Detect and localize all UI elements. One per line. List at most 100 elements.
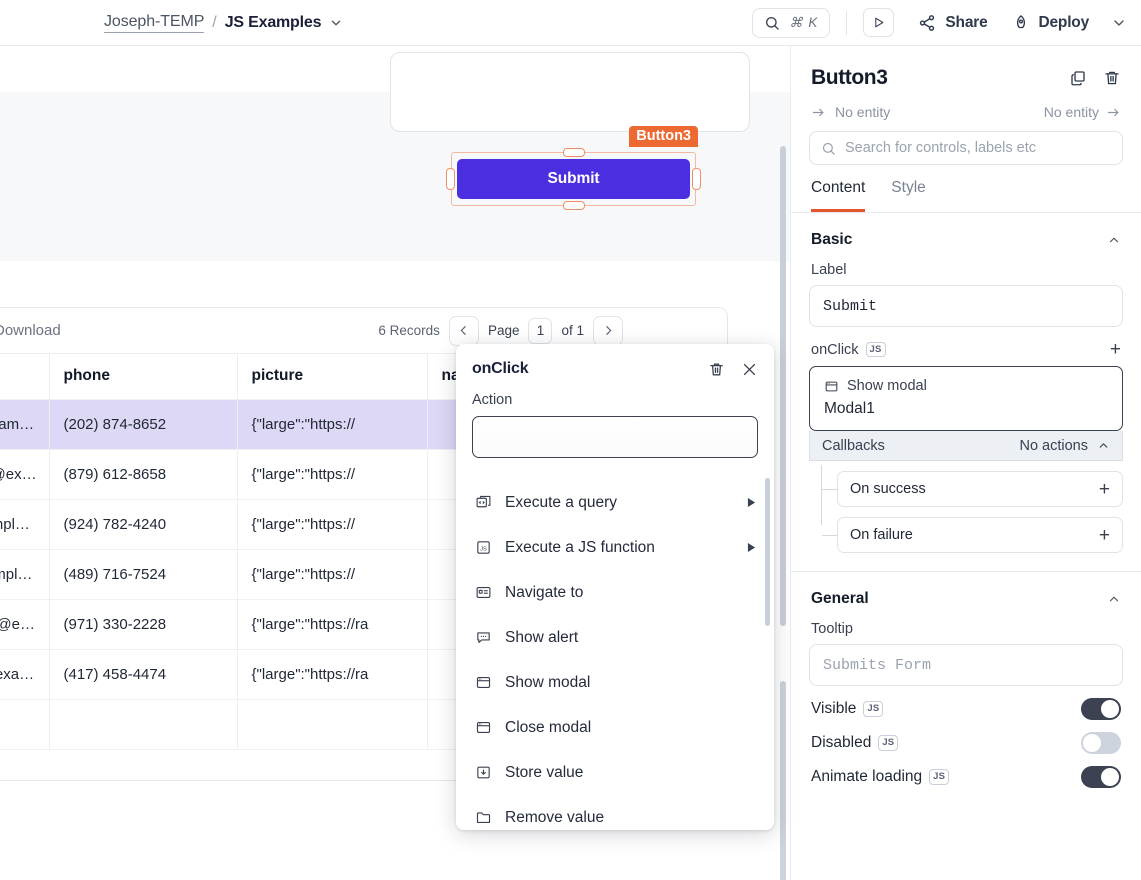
next-entity-button[interactable]: No entity: [1044, 104, 1121, 120]
menu-item-navigate-to[interactable]: Navigate to: [456, 570, 774, 615]
page-title: Button3: [811, 66, 888, 90]
table-col-header-picture[interactable]: picture: [237, 354, 427, 399]
menu-item-label: Execute a JS function: [505, 539, 655, 557]
menu-item-close-modal[interactable]: Close modal: [456, 705, 774, 750]
menu-item-remove-value[interactable]: Remove value: [456, 795, 774, 830]
search-button[interactable]: ⌘ K: [752, 8, 830, 38]
cell-picture[interactable]: [237, 699, 427, 749]
next-page-button[interactable]: [593, 316, 623, 346]
js-badge[interactable]: JS: [878, 735, 898, 751]
menu-item-execute-a-query[interactable]: Execute a query: [456, 480, 774, 525]
table-scrollbar-thumb[interactable]: [780, 681, 786, 880]
resize-handle-top[interactable]: [563, 148, 585, 157]
download-button[interactable]: Download: [0, 322, 61, 339]
animate-loading-setting-row: Animate loading JS: [791, 754, 1141, 788]
chevron-up-icon[interactable]: [1107, 592, 1121, 606]
cell-phone[interactable]: (489) 716-7524: [49, 549, 237, 599]
download-label: Download: [0, 322, 61, 339]
widget-name-tag[interactable]: Button3: [629, 126, 698, 147]
cell-phone[interactable]: (924) 782-4240: [49, 499, 237, 549]
cell-email[interactable]: s.olson@ex…: [0, 449, 49, 499]
canvas-container-widget[interactable]: [390, 52, 750, 132]
callbacks-header[interactable]: Callbacks No actions: [809, 431, 1123, 461]
basic-section-header[interactable]: Basic: [791, 213, 1141, 249]
add-on-failure-action-button[interactable]: +: [1099, 526, 1110, 545]
cell-picture[interactable]: {"large":"https://: [237, 399, 427, 449]
chevron-up-icon[interactable]: [1097, 439, 1110, 452]
table-col-header-phone[interactable]: phone: [49, 354, 237, 399]
onclick-action-card[interactable]: Show modal Modal1: [809, 366, 1123, 431]
js-badge[interactable]: JS: [866, 342, 886, 358]
page-number-input[interactable]: 1: [528, 318, 552, 344]
breadcrumb-chevron-down-icon[interactable]: [329, 16, 343, 30]
cell-email[interactable]: e.young@e…: [0, 599, 49, 649]
share-button[interactable]: Share: [918, 14, 987, 32]
menu-scrollbar-thumb[interactable]: [765, 478, 770, 626]
menu-item-show-modal[interactable]: Show modal: [456, 660, 774, 705]
cell-phone[interactable]: (879) 612-8658: [49, 449, 237, 499]
add-on-success-action-button[interactable]: +: [1099, 480, 1110, 499]
trash-icon[interactable]: [1103, 69, 1121, 87]
onclick-action-type-row: Show modal: [810, 367, 1122, 398]
rocket-icon: [1012, 14, 1030, 32]
add-onclick-action-button[interactable]: +: [1110, 340, 1121, 359]
callback-on-failure[interactable]: On failure +: [837, 517, 1123, 553]
selected-button-widget[interactable]: Submit Button3: [451, 152, 696, 206]
widget-properties-panel: Button3 No entity No entity: [790, 46, 1141, 880]
resize-handle-bottom[interactable]: [563, 201, 585, 210]
general-section-header[interactable]: General: [791, 572, 1141, 608]
deploy-chevron-down-icon[interactable]: [1111, 15, 1127, 31]
action-select-input[interactable]: [472, 416, 758, 458]
close-icon[interactable]: [741, 361, 758, 378]
breadcrumb-org[interactable]: Joseph-TEMP: [104, 13, 204, 33]
cell-picture[interactable]: {"large":"https://ra: [237, 599, 427, 649]
cell-phone[interactable]: (202) 874-8652: [49, 399, 237, 449]
cell-phone[interactable]: (971) 330-2228: [49, 599, 237, 649]
preview-run-button[interactable]: [863, 8, 894, 37]
table-col-header-email[interactable]: [0, 354, 49, 399]
cell-email[interactable]: is@exampl…: [0, 549, 49, 599]
resize-handle-right[interactable]: [692, 168, 701, 190]
cell-email[interactable]: [0, 699, 49, 749]
prev-page-button[interactable]: [449, 316, 479, 346]
deploy-button[interactable]: Deploy: [1012, 14, 1089, 32]
tab-style[interactable]: Style: [891, 179, 925, 212]
trash-icon[interactable]: [708, 361, 725, 378]
popover-body: Action: [456, 378, 774, 458]
prev-entity-button[interactable]: No entity: [811, 104, 890, 120]
panel-search-field[interactable]: [809, 131, 1123, 165]
menu-item-execute-a-js-function[interactable]: JS Execute a JS function: [456, 525, 774, 570]
cell-picture[interactable]: {"large":"https://ra: [237, 649, 427, 699]
cell-phone[interactable]: (417) 458-4474: [49, 649, 237, 699]
tab-content[interactable]: Content: [811, 179, 865, 212]
canvas-scrollbar-thumb[interactable]: [780, 146, 786, 626]
disabled-toggle[interactable]: [1081, 732, 1121, 754]
menu-item-store-value[interactable]: Store value: [456, 750, 774, 795]
label-input[interactable]: Submit: [809, 285, 1123, 327]
js-badge[interactable]: JS: [863, 701, 883, 717]
cell-email[interactable]: atts@exam…: [0, 399, 49, 449]
cell-email[interactable]: o@exampl…: [0, 499, 49, 549]
chevron-up-icon[interactable]: [1107, 233, 1121, 247]
prev-entity-label: No entity: [835, 104, 890, 120]
tooltip-field-label: Tooltip: [791, 608, 1141, 637]
search-input[interactable]: [845, 140, 1111, 156]
onclick-action-target[interactable]: Modal1: [810, 398, 1122, 430]
cell-picture[interactable]: {"large":"https://: [237, 549, 427, 599]
copy-icon[interactable]: [1069, 69, 1087, 87]
js-badge[interactable]: JS: [929, 769, 949, 785]
breadcrumb-app[interactable]: JS Examples: [225, 14, 322, 32]
entity-navigation: No entity No entity: [791, 90, 1141, 120]
animate-loading-toggle[interactable]: [1081, 766, 1121, 788]
animate-loading-label: Animate loading: [811, 768, 922, 786]
tooltip-input[interactable]: Submits Form: [809, 644, 1123, 686]
cell-phone[interactable]: [49, 699, 237, 749]
cell-email[interactable]: dams@exa…: [0, 649, 49, 699]
cell-picture[interactable]: {"large":"https://: [237, 499, 427, 549]
menu-item-show-alert[interactable]: Show alert: [456, 615, 774, 660]
callback-on-success[interactable]: On success +: [837, 471, 1123, 507]
alert-icon: [474, 629, 492, 647]
visible-toggle[interactable]: [1081, 698, 1121, 720]
cell-picture[interactable]: {"large":"https://: [237, 449, 427, 499]
resize-handle-left[interactable]: [446, 168, 455, 190]
